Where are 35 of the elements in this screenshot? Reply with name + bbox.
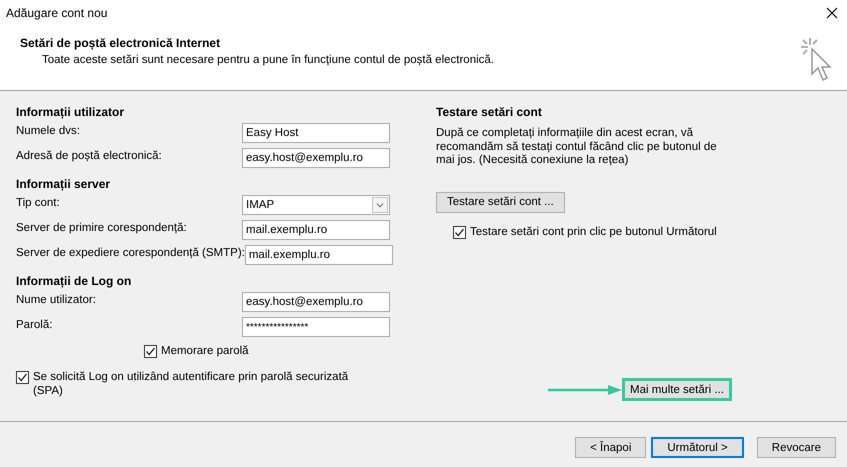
dialog-button[interactable]: Următorul >	[651, 437, 744, 458]
checkbox-label: Se solicită Log on utilizând autentificare prin parolă securizată (SPA)	[33, 370, 350, 398]
checkbox-label: Memorare parolă	[161, 344, 249, 358]
dialog-button[interactable]: < Înapoi	[575, 437, 646, 458]
section-heading: Informații server	[16, 176, 112, 193]
checkbox[interactable]	[16, 371, 29, 384]
header-subtitle: Toate aceste setări sunt necesare pentru a pune în funcțiune contul de poștă electronică.	[41, 54, 494, 66]
field-label: Nume utilizator:	[16, 293, 97, 306]
field-label: Parolă:	[16, 318, 54, 331]
account-type-dropdown[interactable]: IMAP	[242, 195, 390, 215]
test-settings-button[interactable]: Testare setări cont ...	[436, 192, 565, 212]
test-description: După ce completați informațiile din acest ecran, vă recomandăm să testați contul făcând clic pe butonul de mai jos. (Necesită conexiune la rețea)	[436, 127, 718, 168]
input-field[interactable]: easy.host@exemplu.ro	[242, 148, 390, 168]
more-settings-button[interactable]: Mai multe setări ...	[622, 378, 732, 401]
window-title: Adăugare cont nou	[6, 6, 108, 20]
checkbox[interactable]	[453, 226, 466, 238]
field-label: Tip cont:	[16, 196, 61, 209]
field-label: Adresă de poștă electronică:	[16, 149, 163, 162]
checkbox-label: Testare setări cont prin clic pe butonul Următorul	[470, 224, 717, 238]
checkbox[interactable]	[144, 345, 157, 358]
field-label: Server de primire corespondență:	[16, 221, 188, 234]
input-field[interactable]: easy.host@exemplu.ro	[242, 292, 390, 312]
input-field[interactable]: mail.exemplu.ro	[244, 245, 393, 265]
input-field[interactable]: Easy Host	[242, 123, 390, 143]
close-icon[interactable]	[826, 7, 838, 19]
section-heading: Testare setări cont	[436, 104, 543, 121]
chevron-down-icon	[372, 197, 388, 213]
dialog-button[interactable]: Revocare	[756, 437, 836, 458]
password-field[interactable]: ****************	[242, 317, 390, 337]
section-heading: Informații de Log on	[16, 273, 132, 290]
input-field[interactable]: mail.exemplu.ro	[242, 220, 390, 240]
header-title: Setări de poștă electronică Internet	[20, 36, 222, 50]
section-heading: Informații utilizator	[16, 104, 125, 121]
field-label: Server de expediere corespondență (SMTP):	[16, 246, 245, 259]
field-label: Numele dvs:	[16, 124, 81, 137]
